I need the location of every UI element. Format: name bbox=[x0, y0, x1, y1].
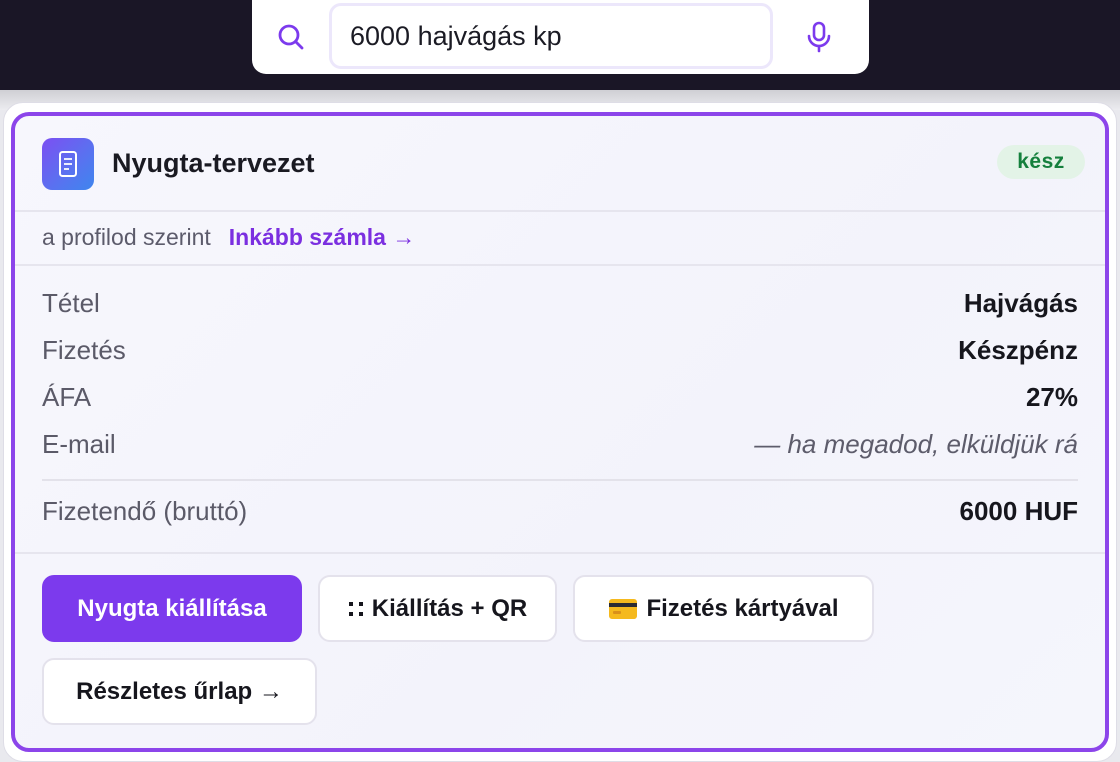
detail-value: 27% bbox=[1025, 382, 1078, 412]
detail-label: E-mail bbox=[42, 429, 116, 459]
search-field[interactable] bbox=[329, 3, 773, 69]
issue-receipt-label: Nyugta kiállítása bbox=[77, 594, 267, 622]
search-bar bbox=[252, 0, 869, 74]
detail-label: ÁFA bbox=[42, 382, 92, 412]
status-badge: kész bbox=[997, 145, 1085, 179]
total-value: 6000 HUF bbox=[959, 496, 1079, 526]
detail-label: Fizetés bbox=[42, 335, 126, 365]
actions-divider bbox=[15, 552, 1105, 554]
total-label: Fizetendő (bruttó) bbox=[42, 496, 248, 526]
detail-label: Tétel bbox=[42, 288, 100, 318]
detail-row-item: Tétel Hajvágás bbox=[42, 288, 1078, 324]
detail-row-vat: ÁFA 27% bbox=[42, 382, 1078, 418]
email-hint: — ha megadod, elküldjük rá bbox=[754, 429, 1078, 459]
pay-by-card-label: Fizetés kártyával bbox=[646, 594, 839, 622]
detail-value: Hajvágás bbox=[963, 288, 1078, 318]
search-icon[interactable] bbox=[252, 0, 330, 74]
header-divider bbox=[15, 210, 1105, 212]
pay-by-card-button[interactable]: Fizetés kártyával bbox=[573, 575, 874, 642]
detail-value: Készpénz bbox=[958, 335, 1078, 365]
issue-receipt-button[interactable]: Nyugta kiállítása bbox=[42, 575, 302, 642]
microphone-icon[interactable] bbox=[800, 18, 838, 56]
total-divider bbox=[42, 479, 1078, 481]
detailed-form-label: Részletes űrlap → bbox=[76, 677, 283, 705]
detail-row-payment: Fizetés Készpénz bbox=[42, 335, 1078, 371]
credit-card-icon bbox=[608, 598, 638, 620]
card-header: Nyugta-tervezet kész bbox=[42, 138, 1085, 194]
issue-with-qr-label: Kiállítás + QR bbox=[371, 594, 528, 622]
detailed-form-button[interactable]: Részletes űrlap → bbox=[42, 658, 317, 725]
qr-icon bbox=[348, 601, 364, 617]
issue-with-qr-button[interactable]: Kiállítás + QR bbox=[318, 575, 557, 642]
search-input[interactable] bbox=[350, 20, 750, 52]
profile-note: a profilod szerint bbox=[42, 224, 211, 250]
receipt-draft-card: Nyugta-tervezet kész a profilod szerint I… bbox=[11, 112, 1109, 752]
profile-note-row: a profilod szerint Inkább számla → bbox=[42, 224, 415, 251]
receipt-icon bbox=[42, 138, 94, 190]
detail-row-email: E-mail — ha megadod, elküldjük rá bbox=[42, 429, 1078, 465]
card-title: Nyugta-tervezet bbox=[112, 148, 315, 178]
switch-to-invoice-link[interactable]: Inkább számla → bbox=[229, 224, 416, 250]
subrow-divider bbox=[15, 264, 1105, 266]
total-row: Fizetendő (bruttó) 6000 HUF bbox=[42, 496, 1078, 532]
